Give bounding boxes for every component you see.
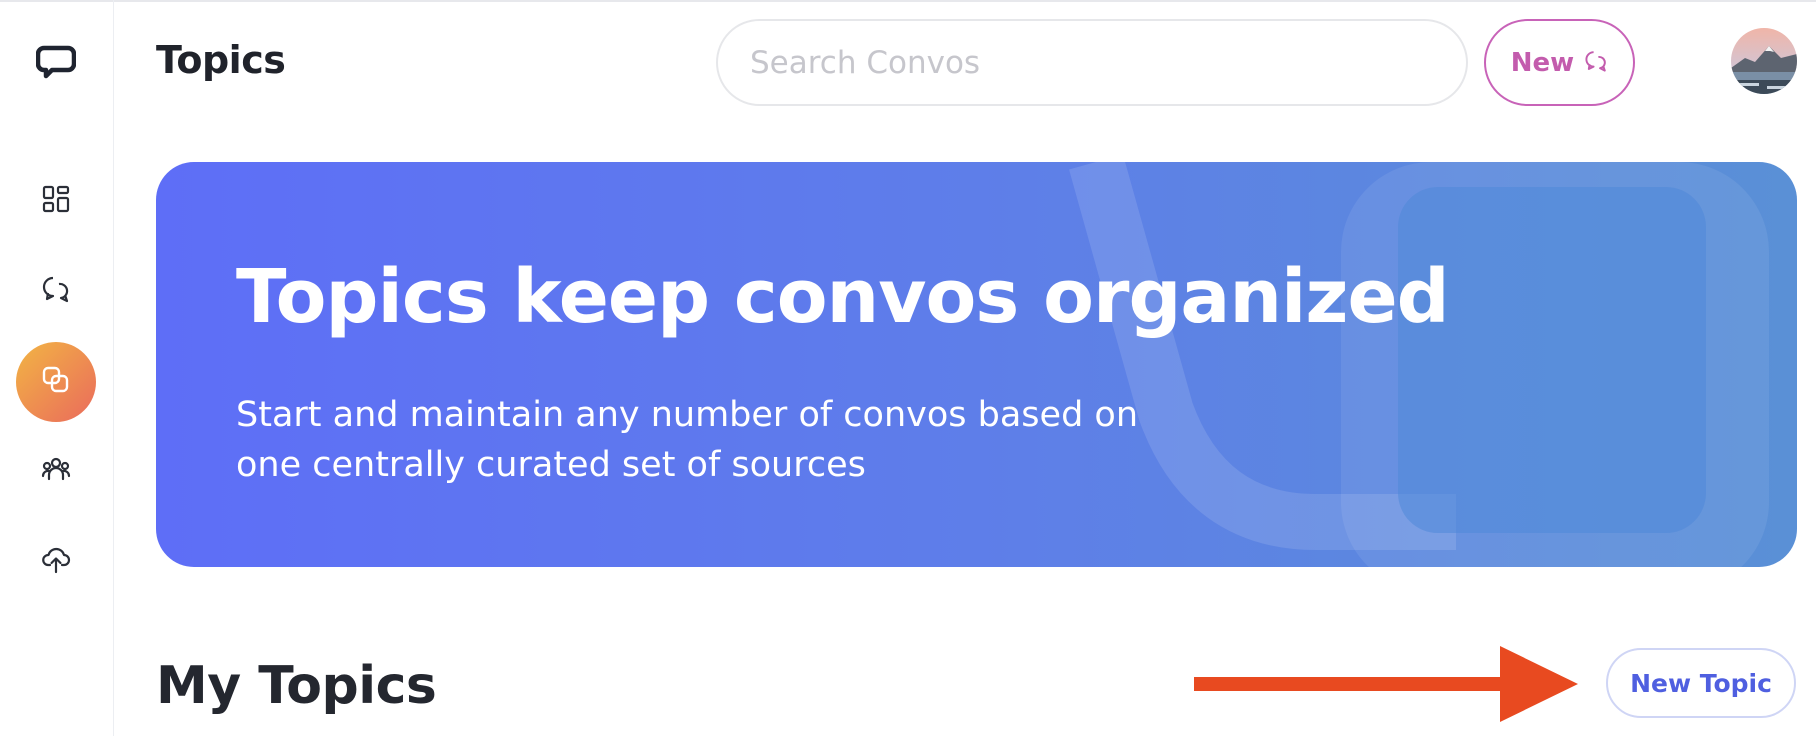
new-convo-button[interactable]: New bbox=[1484, 19, 1635, 106]
new-topic-button[interactable]: New Topic bbox=[1606, 648, 1796, 718]
annotation-arrow-icon bbox=[1194, 646, 1578, 722]
sidebar-item-upload[interactable] bbox=[36, 541, 76, 581]
sidebar-item-convos[interactable] bbox=[36, 271, 76, 311]
user-avatar[interactable] bbox=[1731, 28, 1797, 94]
chat-bubbles-icon bbox=[41, 274, 71, 308]
sidebar-item-topics[interactable] bbox=[16, 342, 96, 422]
users-icon bbox=[41, 454, 71, 488]
sidebar-item-dashboard[interactable] bbox=[36, 181, 76, 221]
banner-title: Topics keep convos organized bbox=[236, 254, 1450, 340]
sidebar-item-people[interactable] bbox=[36, 451, 76, 491]
dashboard-icon bbox=[41, 184, 71, 218]
banner-subtitle: Start and maintain any number of convos … bbox=[236, 395, 1139, 485]
banner-decoration bbox=[1069, 162, 1769, 567]
topics-hero-banner: Topics keep convos organized Start and m… bbox=[156, 162, 1797, 567]
cloud-upload-icon bbox=[41, 544, 71, 578]
app-logo-icon[interactable] bbox=[35, 42, 77, 82]
page-title: Topics bbox=[156, 38, 286, 82]
topics-icon bbox=[41, 365, 71, 399]
new-topic-label: New Topic bbox=[1630, 668, 1772, 698]
top-border bbox=[0, 0, 1816, 2]
sidebar bbox=[0, 0, 114, 736]
new-button-label: New bbox=[1510, 47, 1575, 78]
chat-bubbles-icon bbox=[1584, 49, 1608, 77]
my-topics-heading: My Topics bbox=[156, 656, 437, 716]
search-input[interactable] bbox=[716, 19, 1468, 106]
